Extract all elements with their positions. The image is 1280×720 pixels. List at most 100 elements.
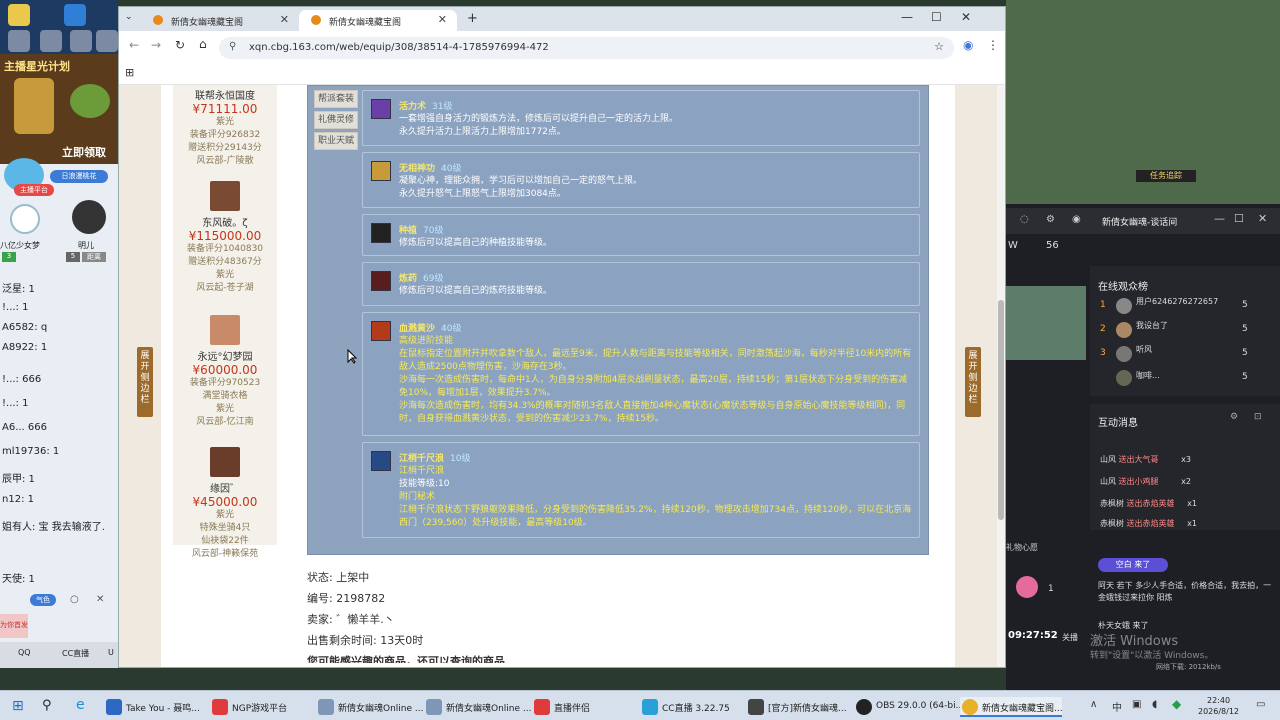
apps-grid-icon[interactable]: ⊞ <box>125 66 134 79</box>
grid-icon[interactable] <box>40 30 62 52</box>
bookmark-star-icon[interactable]: ☆ <box>934 40 944 53</box>
app-tray-icon[interactable]: ◆ <box>1172 697 1181 711</box>
list-icon[interactable] <box>96 30 118 52</box>
user-icon[interactable]: ◉ <box>1072 214 1081 225</box>
skill-card: 炼药 69级 修炼后可以提高自己的炼药技能等级。 <box>362 262 920 306</box>
gift-tag[interactable]: 为你首发 <box>0 614 28 638</box>
share-icon[interactable] <box>70 30 92 52</box>
expand-sidebar-left-button[interactable]: 展开侧边栏 <box>137 347 153 417</box>
promo-banner[interactable]: 主播星光计划 立即领取 <box>0 54 118 164</box>
tab-guild-set[interactable]: 帮派套装 <box>314 90 358 108</box>
close-icon[interactable]: ✕ <box>1258 212 1267 225</box>
user-avatar-2[interactable] <box>72 200 106 234</box>
windows-taskbar: ⊞ ⚲ e Take You - 聂鸣... NGP游戏平台 新倩女幽魂Onli… <box>0 690 1280 720</box>
new-tab-icon[interactable]: + <box>467 11 478 26</box>
minimize-icon[interactable]: — <box>1214 212 1225 225</box>
search-icon[interactable]: ⚲ <box>42 698 52 713</box>
ime-indicator[interactable]: 中 <box>1112 699 1122 714</box>
planting-skill-icon <box>371 223 391 243</box>
maximize-icon[interactable]: ☐ <box>1234 212 1244 225</box>
viewer-name[interactable]: 听风 <box>1136 344 1152 355</box>
address-bar[interactable]: ⚲ xqn.cbg.163.com/web/equip/308/38514-4-… <box>219 37 954 59</box>
avatar[interactable] <box>210 447 240 477</box>
taskbar-item[interactable]: NGP游戏平台 <box>210 697 310 717</box>
taskbar-item[interactable]: Take You - 聂鸣... <box>104 697 204 717</box>
u-label[interactable]: U <box>108 648 114 657</box>
avatar[interactable] <box>1116 346 1132 362</box>
avatar[interactable] <box>210 315 240 345</box>
start-windows-icon[interactable]: ⊞ <box>12 698 24 714</box>
home-icon[interactable]: ⌂ <box>199 37 207 51</box>
seller-item[interactable]: 缘因゛ ¥45000.00 紫光 特殊坐骑4只 仙袂袋22件 风云部-神籁保苑 <box>173 447 277 561</box>
app-icon[interactable] <box>64 4 86 26</box>
chat-icon[interactable]: ◌ <box>1020 214 1029 225</box>
close-icon[interactable]: ✕ <box>96 594 104 605</box>
close-window-icon[interactable]: ✕ <box>961 10 971 24</box>
edge-icon[interactable]: e <box>76 697 85 713</box>
qq-label[interactable]: QQ <box>18 648 31 657</box>
toolbar-icon[interactable] <box>8 30 30 52</box>
skill-desc-line: 附门秘术 <box>399 492 436 502</box>
chat-message: 阿天 若下 多少人手合适，价格合适，我去拍，一金蛾钱过来拉你 阳炼 <box>1098 581 1272 602</box>
seller-item[interactable]: 联帮永恒国度 ¥71111.00 紫光 装备评分926832 赠送积分29143… <box>173 87 277 168</box>
circle-icon[interactable]: ○ <box>70 594 79 605</box>
folder-icon[interactable] <box>8 4 30 26</box>
menu-icon[interactable]: ⋮ <box>987 38 999 52</box>
seller-detail: 紫光 <box>215 404 234 414</box>
end-stream-button[interactable]: 关播 <box>1062 632 1078 643</box>
taskbar-item[interactable]: 直播伴侣 <box>532 697 632 717</box>
expand-icon[interactable]: ⊡ <box>1254 412 1262 422</box>
lollipop-icon[interactable] <box>1016 576 1038 598</box>
browser-tab-active[interactable]: 新倩女幽魂藏宝阁 ✕ <box>299 10 457 31</box>
volume-icon[interactable]: ◖ <box>1152 699 1157 710</box>
clock[interactable]: 22:40 2026/8/12 <box>1198 695 1239 717</box>
tab-buddha-cultivation[interactable]: 礼佛灵修 <box>314 111 358 129</box>
seller-value[interactable]: ゛懒羊羊.丶 <box>336 613 395 626</box>
expand-sidebar-right-button[interactable]: 展开侧边栏 <box>965 347 981 417</box>
notification-icon[interactable]: ▭ <box>1256 699 1265 710</box>
chrome-icon <box>962 699 978 715</box>
tab-list-icon[interactable]: ⌄ <box>125 12 133 22</box>
user-avatar-1[interactable] <box>10 204 40 234</box>
avatar[interactable] <box>210 181 240 211</box>
seller-item[interactable]: 东风破。ζ ¥115000.00 装备评分1040830 赠送积分48367分 … <box>173 181 277 295</box>
settings-icon[interactable]: ⚙ <box>1046 214 1055 225</box>
river-wave-skill-icon <box>371 451 391 471</box>
tray-arrow-icon[interactable]: ∧ <box>1090 699 1097 710</box>
color-pill[interactable]: 气色 <box>30 594 56 606</box>
net-speed: 网络下载: 2012kb/s <box>1156 663 1221 671</box>
viewer-name[interactable]: 咖啡... <box>1136 370 1160 381</box>
scrollbar-thumb[interactable] <box>998 300 1004 520</box>
forward-icon[interactable]: → <box>151 38 161 52</box>
close-tab-icon[interactable]: ✕ <box>438 13 447 26</box>
taskbar-item[interactable]: 新倩女幽魂Online ... <box>316 697 423 717</box>
taskbar-item[interactable]: CC直播 3.22.75 <box>640 697 740 717</box>
avatar[interactable] <box>1116 298 1132 314</box>
page-scrollbar[interactable] <box>997 85 1005 667</box>
taskbar-item-active[interactable]: 新倩女幽魂藏宝阁... <box>960 697 1063 717</box>
network-icon[interactable]: ▣ <box>1132 699 1141 710</box>
skill-desc: 高级进阶技能 在鼠标指定位置附开并吹拿数个敌人，最远至9米，提升人数与距离与技能… <box>399 335 913 426</box>
minimize-icon[interactable]: — <box>901 10 913 24</box>
profile-icon[interactable]: ◉ <box>963 38 973 52</box>
viewer-name[interactable]: 用户6246276272657 <box>1136 296 1218 307</box>
cc-label[interactable]: CC直播 <box>62 648 89 659</box>
maximize-icon[interactable]: ☐ <box>931 10 942 24</box>
browser-tab[interactable]: 新倩女幽魂藏宝阁 ✕ <box>141 10 299 31</box>
avatar[interactable] <box>1116 370 1132 386</box>
tab-class-talent[interactable]: 职业天赋 <box>314 132 358 150</box>
viewer-name[interactable]: 我设台了 <box>1136 320 1168 331</box>
site-info-icon[interactable]: ⚲ <box>229 41 236 52</box>
seller-item[interactable]: 永远°幻梦园 ¥60000.00 装备评分970523 满堂骑衣格 紫光 风云部… <box>173 315 277 429</box>
taskbar-item-label: Take You - 聂鸣... <box>126 704 200 714</box>
reload-icon[interactable]: ↻ <box>175 38 185 52</box>
taskbar-item[interactable]: 新倩女幽魂Online ... <box>424 697 531 717</box>
avatar[interactable] <box>1116 322 1132 338</box>
tab-favicon-icon <box>153 15 163 25</box>
taskbar-item[interactable]: OBS 29.0.0 (64-bi... <box>854 697 964 717</box>
skill-name: 种植 <box>399 226 418 236</box>
taskbar-item[interactable]: [官方]新倩女幽魂... <box>746 697 848 717</box>
back-icon[interactable]: ← <box>129 38 139 52</box>
close-tab-icon[interactable]: ✕ <box>280 13 289 26</box>
settings-icon[interactable]: ⚙ <box>1230 412 1238 422</box>
